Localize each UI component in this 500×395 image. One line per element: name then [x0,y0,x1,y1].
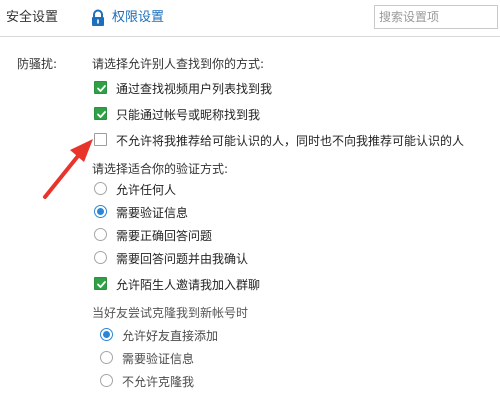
find-option-label: 不允许将我推荐给可能认识的人，同时也不向我推荐可能认识的人 [116,134,465,148]
verify-heading: 请选择适合你的验证方式: [92,162,229,176]
checkmark-icon [97,281,106,288]
find-option-label: 只能通过帐号或昵称找到我 [116,108,261,122]
checkbox-find-account-nickname[interactable] [94,107,107,120]
radio-clone-disallow[interactable] [100,374,113,387]
radio-need-message[interactable] [94,205,107,218]
tab-security-label: 安全设置 [6,10,59,25]
search-box [374,5,498,29]
checkbox-no-recommend[interactable] [94,133,107,146]
checkbox-find-video-list[interactable] [94,81,107,94]
verify-option-label: 需要验证信息 [116,206,189,220]
tab-security-settings[interactable]: 安全设置 [6,9,58,27]
checkmark-icon [97,85,106,92]
radio-allow-anyone[interactable] [94,182,107,195]
radio-answer-question[interactable] [94,228,107,241]
radio-clone-allow-direct[interactable] [100,328,113,341]
settings-page: 安全设置 权限设置 防骚扰: 请选择允许别人查找到你的方式: 通过查找视频用 [0,0,500,395]
clone-heading: 当好友尝试克隆我到新帐号时 [92,306,249,320]
search-input[interactable] [379,7,497,27]
section-label-anti-harassment: 防骚扰: [17,57,58,71]
checkbox-group-invite[interactable] [94,277,107,290]
radio-answer-confirm[interactable] [94,251,107,264]
checkmark-icon [97,111,106,118]
verify-option-label: 需要回答问题并由我确认 [116,252,249,266]
find-option-label: 通过查找视频用户列表找到我 [116,82,273,96]
radio-clone-need-message[interactable] [100,351,113,364]
tab-permission-label: 权限设置 [112,10,165,25]
lock-icon [90,9,106,27]
verify-option-label: 需要正确回答问题 [116,229,213,243]
clone-option-label: 允许好友直接添加 [122,329,219,343]
find-heading: 请选择允许别人查找到你的方式: [92,57,265,71]
verify-option-label: 允许任何人 [116,183,177,197]
clone-option-label: 不允许克隆我 [122,375,195,389]
settings-tab-bar: 安全设置 权限设置 [0,0,500,37]
group-invite-label: 允许陌生人邀请我加入群聊 [116,278,261,292]
clone-option-label: 需要验证信息 [122,352,195,366]
